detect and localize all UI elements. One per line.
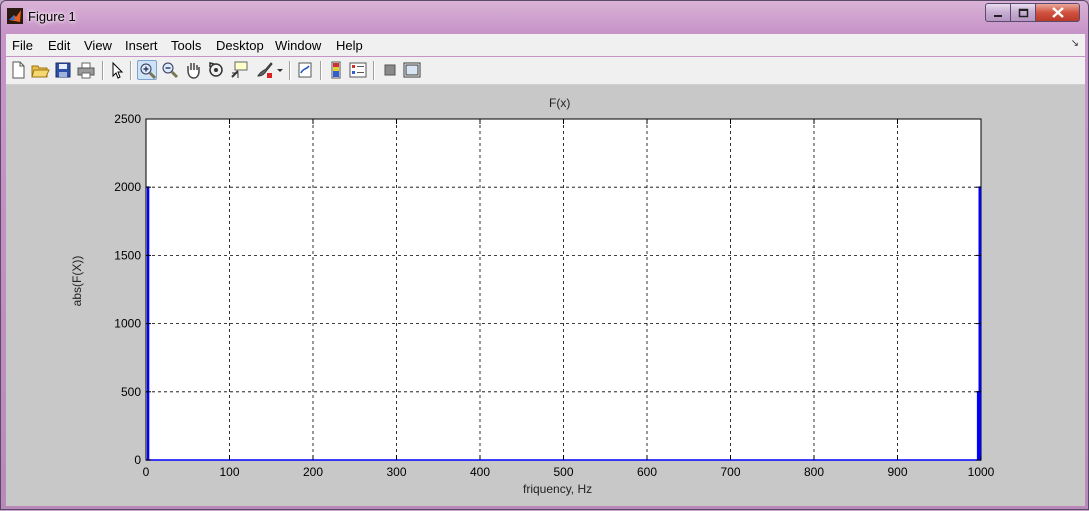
plot-title: F(x) (549, 96, 571, 110)
x-tick-label: 1000 (968, 465, 995, 479)
y-tick-label: 500 (121, 385, 141, 399)
y-tick-label: 1000 (114, 317, 141, 331)
y-tick-label: 1500 (114, 248, 141, 262)
x-tick-label: 800 (804, 465, 824, 479)
plot-svg: 0 100 200 300 400 500 600 700 800 900 1000 0 500 1000… (114, 112, 995, 479)
x-tick-label: 0 (143, 465, 150, 479)
x-axis-label: friquency, Hz (523, 482, 593, 496)
x-tick-label: 400 (470, 465, 490, 479)
x-tick-label: 200 (303, 465, 323, 479)
y-tick-label: 2000 (114, 180, 141, 194)
y-axis-label: abs(F(X)) (70, 255, 84, 307)
x-tick-label: 500 (553, 465, 573, 479)
x-tick-label: 100 (219, 465, 239, 479)
x-tick-label: 900 (887, 465, 907, 479)
x-tick-label: 300 (386, 465, 406, 479)
x-tick-label: 600 (637, 465, 657, 479)
y-tick-label: 2500 (114, 112, 141, 126)
x-tick-label: 700 (720, 465, 740, 479)
y-tick-label: 0 (134, 453, 141, 467)
figure-window: Figure 1 File Edit View Insert Tools Des… (0, 0, 1089, 510)
